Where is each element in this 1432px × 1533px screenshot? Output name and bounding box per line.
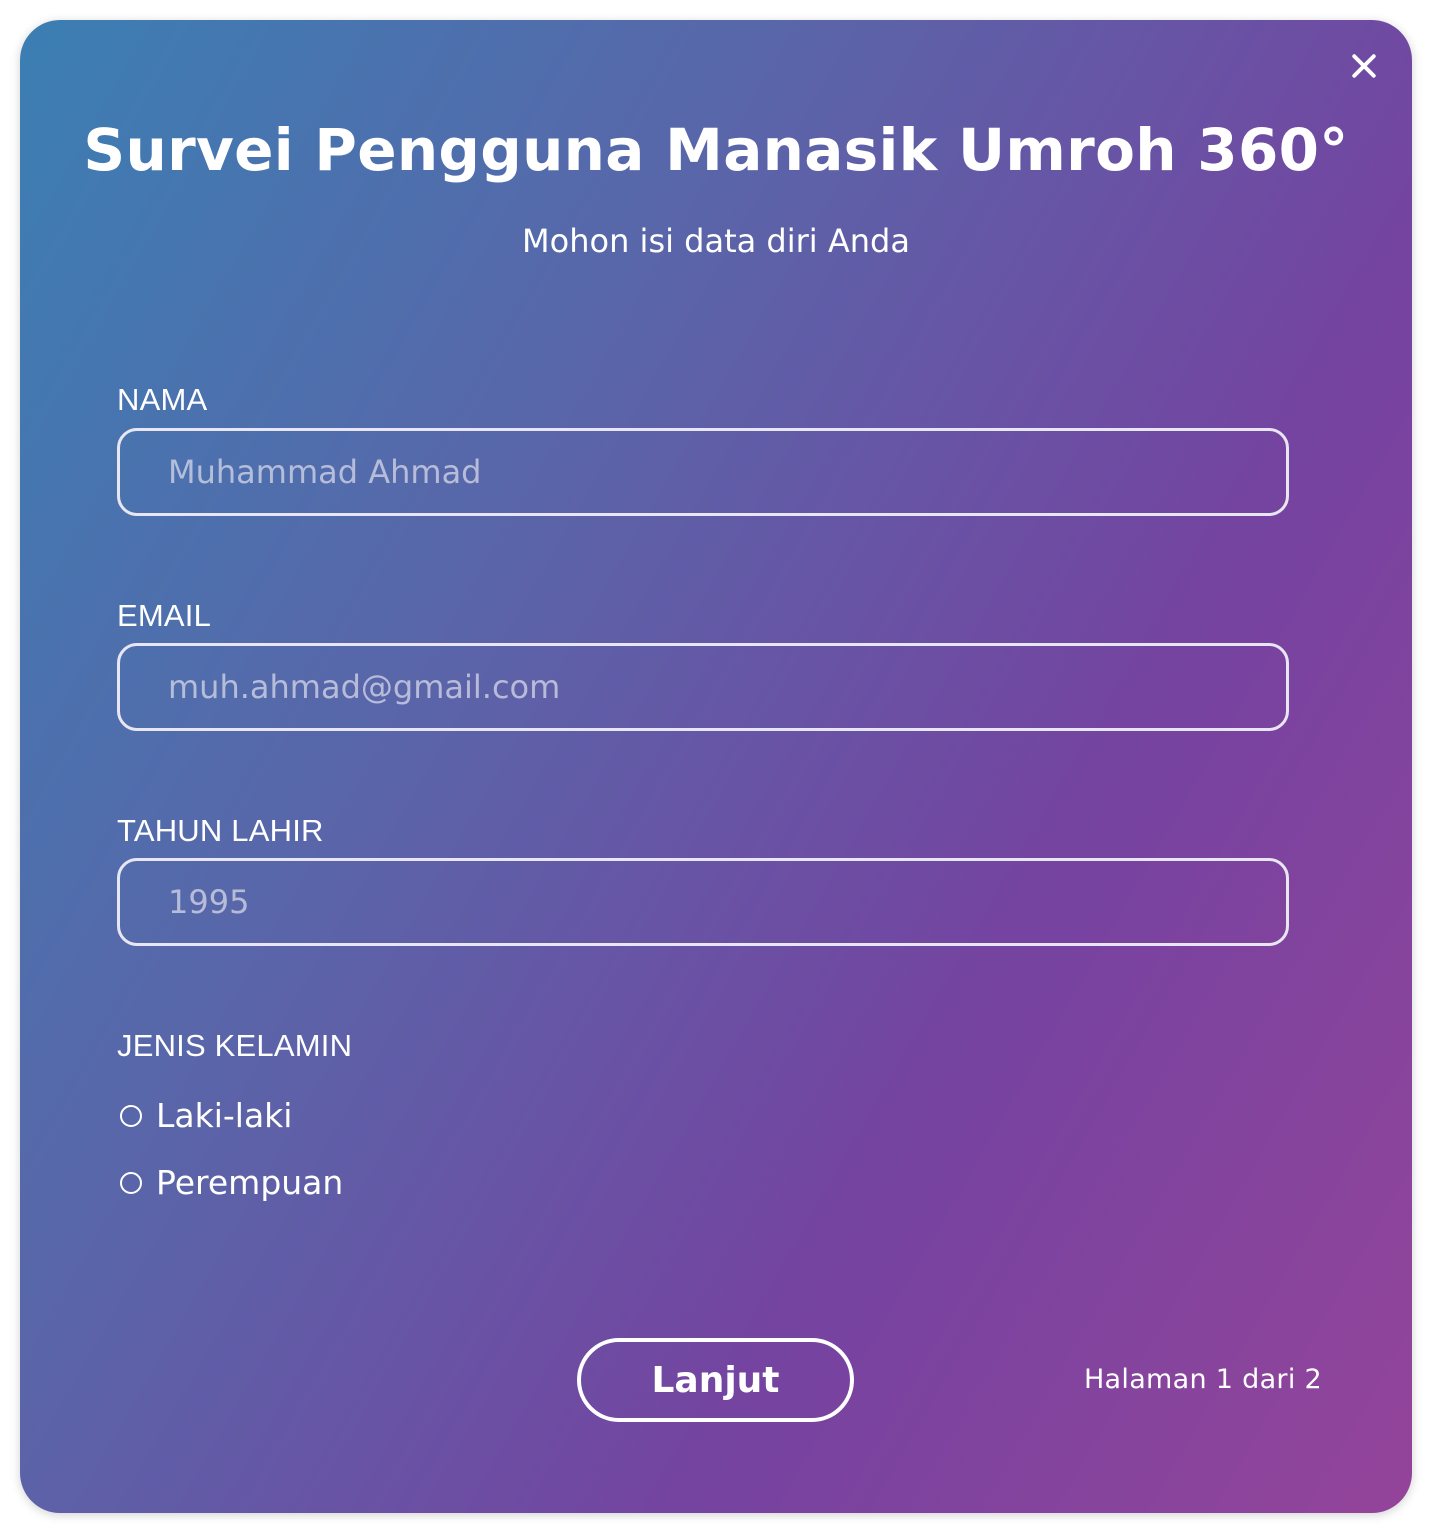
- gender-option-male[interactable]: Laki-laki: [120, 1096, 292, 1135]
- gender-option-label: Laki-laki: [156, 1096, 293, 1135]
- close-button[interactable]: [1346, 48, 1382, 84]
- name-input[interactable]: [117, 428, 1289, 516]
- birth-year-input[interactable]: [117, 858, 1289, 946]
- page-indicator: Halaman 1 dari 2: [1083, 1364, 1322, 1395]
- email-label: EMAIL: [117, 598, 212, 633]
- gender-option-female[interactable]: Perempuan: [120, 1163, 343, 1202]
- name-label: NAMA: [117, 382, 208, 417]
- radio-button[interactable]: [120, 1104, 142, 1127]
- next-button[interactable]: Lanjut: [577, 1338, 854, 1422]
- survey-dialog: Survei Pengguna Manasik Umroh 360° Mohon…: [20, 20, 1412, 1513]
- close-icon: [1352, 54, 1376, 78]
- gender-label: JENIS KELAMIN: [117, 1028, 353, 1063]
- radio-button[interactable]: [120, 1171, 142, 1194]
- email-input[interactable]: [117, 643, 1289, 731]
- dialog-subtitle: Mohon isi data diri Anda: [522, 222, 910, 260]
- gender-option-label: Perempuan: [156, 1163, 344, 1202]
- dialog-title: Survei Pengguna Manasik Umroh 360°: [83, 116, 1349, 184]
- birth-year-label: TAHUN LAHIR: [117, 813, 324, 848]
